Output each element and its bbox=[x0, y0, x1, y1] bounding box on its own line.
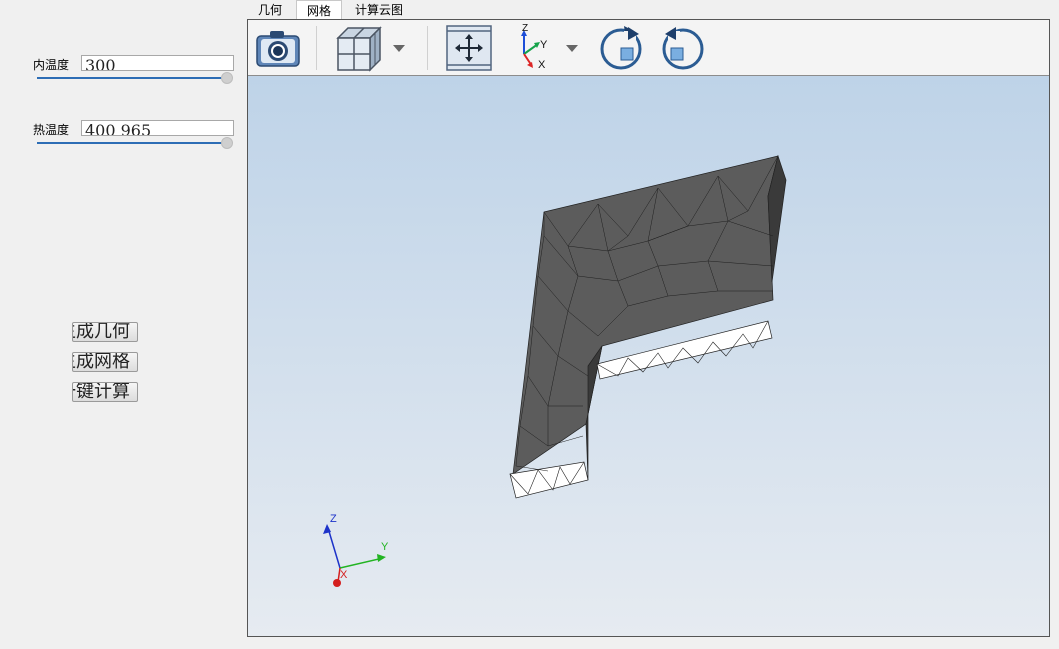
tab-result-contour[interactable]: 计算云图 bbox=[345, 0, 413, 19]
generate-mesh-button[interactable]: 生成网格 bbox=[72, 352, 138, 372]
axis-y-label: Y bbox=[381, 541, 389, 553]
rotate-counterclockwise-icon[interactable] bbox=[660, 24, 706, 72]
one-click-compute-button[interactable]: 一键计算 bbox=[72, 382, 138, 402]
display-mode-icon[interactable] bbox=[334, 24, 384, 72]
camera-icon[interactable] bbox=[254, 24, 302, 72]
axes-orientation-icon[interactable]: Z Y X bbox=[510, 23, 558, 72]
rotate-clockwise-icon[interactable] bbox=[598, 24, 644, 72]
hot-temp-slider-track[interactable] bbox=[37, 142, 227, 144]
mesh-viewport[interactable]: Z Y X bbox=[248, 76, 1049, 636]
svg-text:Z: Z bbox=[522, 24, 528, 34]
viewer-toolbar: Z Y X bbox=[248, 20, 1049, 76]
axis-z-label: Z bbox=[330, 513, 337, 525]
hot-temp-label: 热温度 bbox=[33, 123, 70, 137]
display-mode-dropdown-icon[interactable] bbox=[392, 24, 406, 72]
svg-text:X: X bbox=[538, 59, 546, 71]
inner-temp-slider-handle[interactable] bbox=[221, 72, 233, 84]
inner-temp-slider-track[interactable] bbox=[37, 77, 227, 79]
axis-x-label: X bbox=[340, 569, 348, 581]
hot-temp-slider-handle[interactable] bbox=[221, 137, 233, 149]
hot-temp-input[interactable]: 400 965 bbox=[81, 120, 234, 136]
axes-orientation-dropdown-icon[interactable] bbox=[565, 24, 579, 72]
inner-temp-input[interactable]: 300 bbox=[81, 55, 234, 71]
fit-view-icon[interactable] bbox=[445, 24, 493, 72]
axis-triad: Z Y X bbox=[323, 513, 389, 587]
generate-geometry-button[interactable]: 生成几何 bbox=[72, 322, 138, 342]
tab-mesh[interactable]: 网格 bbox=[296, 0, 343, 19]
svg-text:Y: Y bbox=[540, 39, 548, 51]
tab-geometry[interactable]: 几何 bbox=[248, 0, 292, 19]
mesh-tab-panel: Z Y X Z Y X bbox=[247, 19, 1050, 637]
inner-temp-label: 内温度 bbox=[33, 58, 70, 72]
